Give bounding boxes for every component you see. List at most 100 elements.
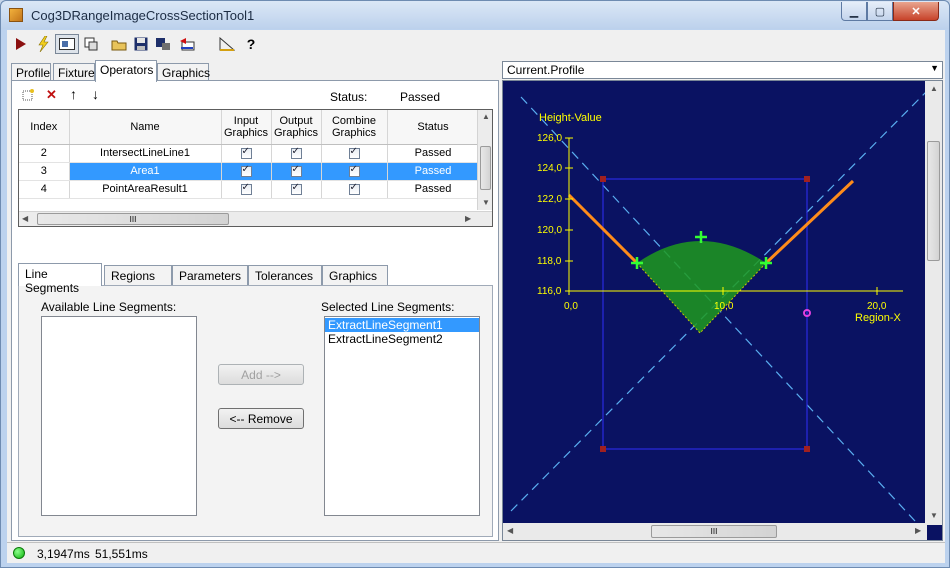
save-settings-icon[interactable] [153,34,173,54]
region-handle[interactable] [804,446,810,452]
image-display[interactable]: Height-Value Region-X 126,0 124,0 122,0 … [502,80,943,541]
col-index[interactable]: Index [19,110,70,145]
cell-index: 3 [19,162,70,181]
x-tick-label: 20,0 [867,301,887,312]
run-icon[interactable] [11,34,31,54]
status-ok-icon [13,547,25,559]
scroll-right-icon[interactable]: ▶ [465,214,471,223]
output-graphics-checkbox[interactable] [271,180,322,199]
scroll-thumb[interactable] [480,146,491,190]
profile-graphic[interactable]: Height-Value Region-X 126,0 124,0 122,0 … [503,81,927,525]
chevron-down-icon[interactable]: ▼ [930,63,939,73]
tab-parameters[interactable]: Parameters [172,265,248,285]
list-item[interactable]: ExtractLineSegment1 [325,318,479,332]
help-icon[interactable]: ? [241,34,261,54]
cell-index: 2 [19,144,70,163]
region-handle[interactable] [804,176,810,182]
table-row[interactable]: 4 PointAreaResult1 Passed [19,180,480,199]
reset-icon[interactable] [177,34,197,54]
pin-icon[interactable] [81,34,101,54]
col-combine-graphics[interactable]: Combine Graphics [321,110,388,145]
available-list[interactable] [41,316,197,516]
input-graphics-checkbox[interactable] [221,144,272,163]
y-tick-label: 124,0 [537,163,562,174]
input-graphics-checkbox[interactable] [221,180,272,199]
add-button[interactable]: Add --> [218,364,304,385]
y-tick-label: 116,0 [537,286,562,297]
maximize-button[interactable]: ▢ [867,2,893,21]
tab-line-segments[interactable]: Line Segments [18,263,102,295]
table-row[interactable]: 2 IntersectLineLine1 Passed [19,144,480,163]
scroll-thumb[interactable]: III [37,213,229,225]
tab-graphics-sub[interactable]: Graphics [322,265,388,285]
save-icon[interactable] [131,34,151,54]
tab-regions[interactable]: Regions [104,265,172,285]
move-down-icon[interactable]: ↓ [92,86,99,102]
scroll-thumb[interactable] [927,141,940,261]
scroll-down-icon[interactable]: ▼ [482,198,490,207]
table-row-selected[interactable]: 3 Area1 Passed [19,162,480,181]
run-time-2: 51,551ms [95,547,148,561]
operator-sub-tabs: Line Segments Regions Parameters Toleran… [18,263,493,295]
image-view-icon[interactable] [55,34,79,54]
y-tick-label: 126,0 [537,133,562,144]
new-operator-icon[interactable] [22,89,34,104]
selected-label: Selected Line Segments: [321,300,455,314]
col-input-graphics[interactable]: Input Graphics [221,110,272,145]
grid-vertical-scrollbar[interactable]: ▲ ▼ [477,110,492,210]
display-vertical-scrollbar[interactable]: ▲ ▼ [925,81,942,525]
input-graphics-checkbox[interactable] [221,162,272,181]
operators-grid[interactable]: Index Name Input Graphics Output Graphic… [18,109,493,227]
delete-icon[interactable]: ✕ [46,87,57,103]
y-tick-label: 120,0 [537,225,562,236]
list-item[interactable]: ExtractLineSegment2 [325,332,479,346]
cell-name: IntersectLineLine1 [69,144,222,163]
selected-list[interactable]: ExtractLineSegment1 ExtractLineSegment2 [324,316,480,516]
close-button[interactable]: ✕ [893,2,939,21]
operators-panel: ✕ ↑ ↓ Status: Passed Index Name Input Gr… [11,80,499,541]
combine-graphics-checkbox[interactable] [321,144,388,163]
region-handle[interactable] [600,176,606,182]
col-output-graphics[interactable]: Output Graphics [271,110,322,145]
move-up-icon[interactable]: ↑ [70,86,77,102]
minimize-button[interactable]: ▁ [841,2,867,21]
combine-graphics-checkbox[interactable] [321,162,388,181]
grid-horizontal-scrollbar[interactable]: ◀ III ▶ [19,211,492,226]
scroll-left-icon[interactable]: ◀ [507,526,513,535]
scroll-down-icon[interactable]: ▼ [930,511,938,520]
tab-graphics[interactable]: Graphics [157,63,210,81]
col-name[interactable]: Name [69,110,222,145]
open-folder-icon[interactable] [109,34,129,54]
output-graphics-checkbox[interactable] [271,144,322,163]
operators-toolbar: ✕ ↑ ↓ Status: Passed [12,81,498,109]
x-tick-label: 0,0 [564,301,578,312]
scroll-left-icon[interactable]: ◀ [22,214,28,223]
cell-index: 4 [19,180,70,199]
combine-graphics-checkbox[interactable] [321,180,388,199]
remove-button[interactable]: <-- Remove [218,408,304,429]
app-window: Cog3DRangeImageCrossSectionTool1 ▁ ▢ ✕ ?… [0,0,950,568]
title-bar[interactable]: Cog3DRangeImageCrossSectionTool1 ▁ ▢ ✕ [1,1,949,29]
status-value: Passed [400,90,441,104]
tab-fixture[interactable]: Fixture [53,63,95,81]
status-label: Status: [330,90,368,104]
scroll-up-icon[interactable]: ▲ [930,84,938,93]
scroll-up-icon[interactable]: ▲ [482,112,490,121]
scroll-thumb[interactable]: III [651,525,777,538]
scroll-right-icon[interactable]: ▶ [915,526,921,535]
display-horizontal-scrollbar[interactable]: ◀ III ▶ [503,523,927,540]
app-icon [9,8,23,22]
display-source-dropdown[interactable]: Current.Profile ▼ [502,61,943,79]
tab-tolerances[interactable]: Tolerances [248,265,322,285]
col-status[interactable]: Status [387,110,480,145]
area-fill [637,241,766,333]
output-graphics-checkbox[interactable] [271,162,322,181]
cell-status: Passed [387,144,480,163]
tab-operators[interactable]: Operators [95,60,157,82]
region-handle[interactable] [600,446,606,452]
lightning-icon[interactable] [33,34,53,54]
toolbar: ? [7,30,945,58]
cell-name: PointAreaResult1 [69,180,222,199]
ruler-icon[interactable] [217,34,237,54]
tab-profile[interactable]: Profile [11,63,51,81]
